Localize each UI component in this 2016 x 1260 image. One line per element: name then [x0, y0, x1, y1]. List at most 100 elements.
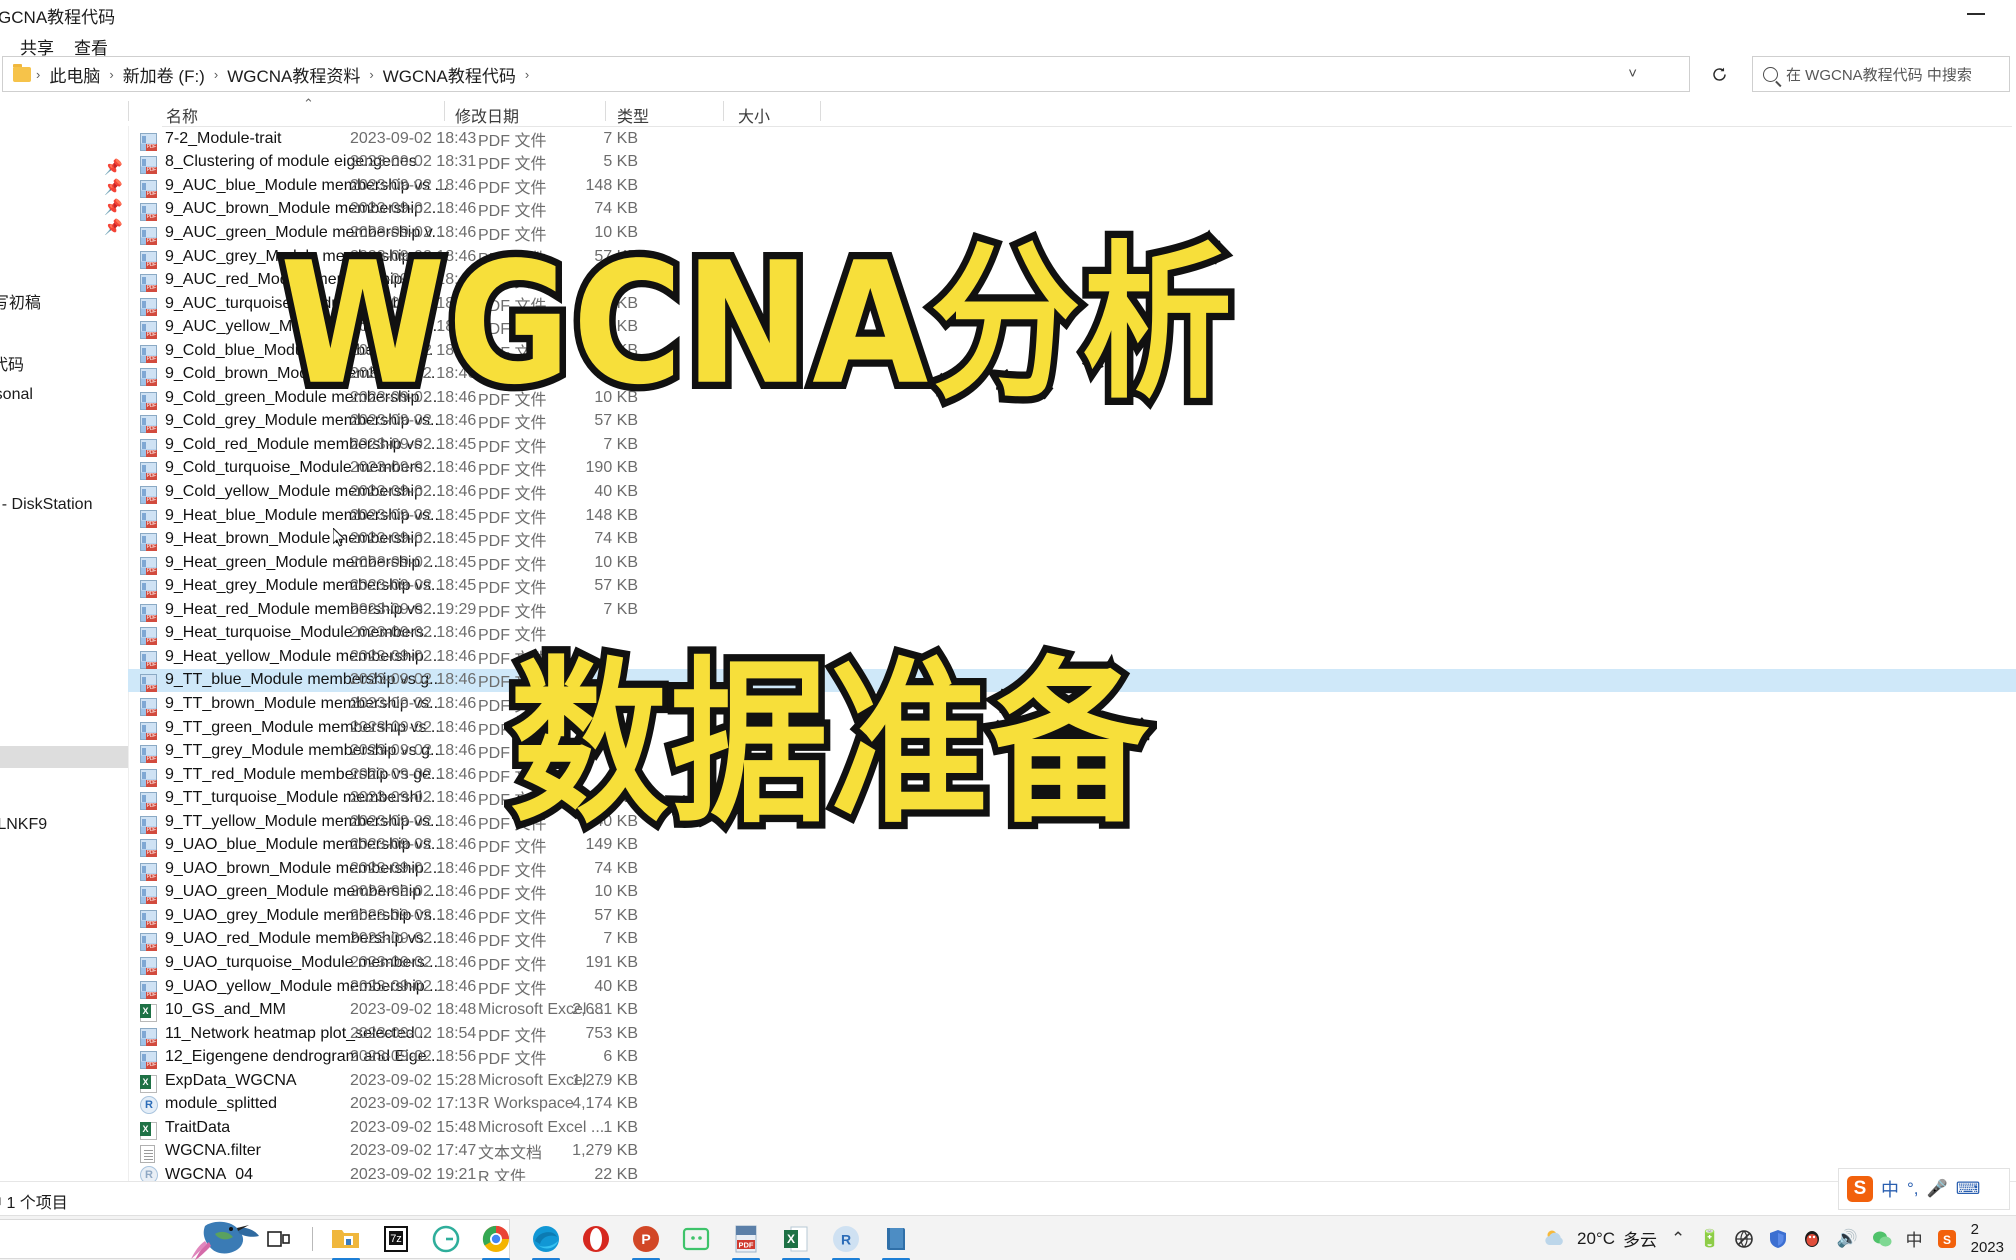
- input-method-icon[interactable]: 中: [1906, 1226, 1923, 1251]
- breadcrumb-item-1[interactable]: 新加卷 (F:): [117, 62, 211, 87]
- nav-item[interactable]: es撰写初稿: [0, 290, 128, 312]
- file-row[interactable]: TraitData2023-09-02 15:48Microsoft Excel…: [128, 1116, 2016, 1140]
- file-row[interactable]: 9_UAO_brown_Module membership ...2023-09…: [128, 857, 2016, 881]
- navigation-pane[interactable]: 📌nts📌📌📌es撰写初稿_01_04教程代码- Personal文章论文Dri…: [0, 126, 128, 1181]
- file-row[interactable]: 9_Heat_blue_Module membership vs...2023-…: [128, 504, 2016, 528]
- file-row[interactable]: ExpData_WGCNA2023-09-02 15:28Microsoft E…: [128, 1069, 2016, 1093]
- breadcrumb-item-2[interactable]: WGCNA教程资料: [221, 62, 366, 87]
- edge-icon[interactable]: [529, 1222, 563, 1260]
- file-row[interactable]: 9_UAO_red_Module membership vs ...2023-0…: [128, 928, 2016, 952]
- pdf-reader-icon[interactable]: PDF: [729, 1222, 763, 1260]
- refresh-icon: [1712, 67, 1726, 81]
- window-title: WGCNA教程代码: [0, 8, 116, 27]
- overlay-title-line1: WGCNA分析: [273, 220, 1238, 429]
- grammarly-icon[interactable]: [429, 1222, 463, 1256]
- file-row[interactable]: 10_GS_and_MM2023-09-02 18:48Microsoft Ex…: [128, 998, 2016, 1023]
- nav-item[interactable]: :): [0, 746, 128, 768]
- taskbar-clock[interactable]: 2 2023: [1971, 1221, 2004, 1256]
- file-row[interactable]: 12_Eigengene dendrogram and Eige...2023-…: [128, 1045, 2016, 1070]
- file-row[interactable]: WGCNA.filter 2023-09-02 17:47 文本文档 1,279 KB: [128, 1140, 2016, 1164]
- refresh-button[interactable]: [1700, 56, 1738, 92]
- rstudio-icon[interactable]: R: [829, 1222, 863, 1260]
- nav-item[interactable]: Drive - DiskStation: [0, 494, 128, 516]
- column-header-type[interactable]: 类型: [617, 103, 649, 127]
- wechat-icon[interactable]: [1872, 1230, 1892, 1248]
- chrome-icon[interactable]: [479, 1222, 513, 1260]
- volume-icon[interactable]: 🔊: [1836, 1229, 1857, 1249]
- file-row[interactable]: 9_UAO_yellow_Module membership ...2023-0…: [128, 975, 2016, 999]
- nav-item[interactable]: 📌: [0, 194, 128, 216]
- show-hidden-icons-chevron-icon[interactable]: ⌃: [1671, 1229, 1685, 1249]
- endnote-icon[interactable]: [879, 1222, 913, 1260]
- pdf-reader-glyph: PDF: [735, 1225, 757, 1252]
- pin-icon: 📌: [104, 199, 123, 216]
- nav-item[interactable]: 📌: [0, 174, 128, 196]
- weather-widget[interactable]: 20°C 多云: [1543, 1226, 1657, 1251]
- pdf-file-icon: [140, 909, 157, 928]
- nav-item[interactable]: 📌: [0, 214, 128, 236]
- file-row[interactable]: 9_Heat_brown_Module membership ...2023-0…: [128, 527, 2016, 552]
- nav-item[interactable]: 教程代码: [0, 352, 128, 374]
- file-row[interactable]: 9_Cold_turquoise_Module members...2023-0…: [128, 457, 2016, 481]
- powerpoint-icon[interactable]: P: [629, 1222, 663, 1260]
- minimize-button[interactable]: [1946, 0, 2006, 28]
- file-row[interactable]: 11_Network heatmap plot_selected ...2023…: [128, 1022, 2016, 1046]
- nav-item[interactable]: 📌nts: [0, 154, 128, 176]
- file-date-modified: 2023-09-02 18:45: [350, 506, 477, 524]
- file-row[interactable]: 9_UAO_turquoise_Module members...2023-09…: [128, 951, 2016, 975]
- file-row[interactable]: 9_UAO_grey_Module membership vs...2023-0…: [128, 904, 2016, 928]
- ime-mode-toggle[interactable]: 中: [1881, 1176, 1899, 1202]
- opera-icon[interactable]: [579, 1222, 613, 1256]
- ime-punctuation-toggle[interactable]: °,: [1907, 1179, 1919, 1199]
- sogou-ime-icon[interactable]: S: [1847, 1176, 1873, 1202]
- column-header-name[interactable]: 名称: [166, 103, 198, 127]
- keyboard-icon[interactable]: ⌨: [1956, 1179, 1981, 1199]
- file-row[interactable]: 8_Clustering of module eigengenes2023-09…: [128, 151, 2016, 175]
- network-disconnected-icon[interactable]: [1734, 1229, 1754, 1249]
- 7zip-icon[interactable]: 7z: [379, 1222, 413, 1256]
- nav-item[interactable]: (C:): [0, 685, 128, 707]
- nav-item[interactable]: 文章: [0, 405, 128, 427]
- file-date-modified: 2023-09-02 18:46: [350, 647, 477, 665]
- nav-item[interactable]: P-8OLNKF9: [0, 814, 128, 836]
- file-explorer-icon[interactable]: [329, 1222, 363, 1260]
- pdf-file-icon: [140, 886, 157, 905]
- chevron-down-icon[interactable]: ˅: [1628, 65, 1637, 82]
- nav-item[interactable]: _01: [0, 310, 128, 332]
- file-row[interactable]: 9_Heat_green_Module membership ...2023-0…: [128, 551, 2016, 575]
- breadcrumb-item-0[interactable]: 此电脑: [43, 62, 106, 87]
- microphone-icon[interactable]: 🎤: [1927, 1179, 1948, 1199]
- wechat-devtools-icon[interactable]: [679, 1222, 713, 1256]
- ime-toolbar[interactable]: S 中 °, 🎤 ⌨: [1838, 1168, 2010, 1210]
- file-row[interactable]: 9_UAO_green_Module membership ...2023-09…: [128, 881, 2016, 905]
- task-view-icon[interactable]: [262, 1222, 296, 1256]
- nav-item[interactable]: S (Z:): [0, 767, 128, 789]
- breadcrumb-item-3[interactable]: WGCNA教程代码: [377, 62, 522, 87]
- address-bar[interactable]: › 此电脑 › 新加卷 (F:) › WGCNA教程资料 › WGCNA教程代码…: [2, 56, 1690, 92]
- nav-item[interactable]: 论文: [0, 426, 128, 448]
- file-row[interactable]: 9_Heat_grey_Module membership vs...2023-…: [128, 574, 2016, 599]
- file-date-modified: 2023-09-02 18:46: [350, 694, 477, 712]
- qq-icon[interactable]: [1802, 1229, 1822, 1249]
- file-date-modified: 2023-09-02 18:45: [350, 435, 477, 453]
- file-row[interactable]: 9_Cold_red_Module membership vs ...2023-…: [128, 433, 2016, 457]
- nav-item[interactable]: nts: [0, 562, 128, 584]
- file-size: 57 KB: [594, 577, 638, 595]
- column-header-size[interactable]: 大小: [738, 103, 770, 127]
- excel-icon[interactable]: X: [779, 1222, 813, 1260]
- clock-time: 2: [1970, 1221, 1979, 1239]
- nav-item[interactable]: _04: [0, 331, 128, 353]
- usb-device-icon[interactable]: 🔋: [1699, 1229, 1720, 1249]
- file-row[interactable]: Rmodule_splitted 2023-09-02 17:13 R Worksp…: [128, 1093, 2016, 1117]
- taskbar: 索: [0, 1215, 2016, 1260]
- column-header-date[interactable]: 修改日期: [455, 103, 519, 127]
- search-box[interactable]: 在 WGCNA教程代码 中搜索: [1752, 56, 2010, 92]
- pdf-file-icon: [140, 815, 157, 834]
- column-divider: [605, 101, 606, 121]
- security-shield-icon[interactable]: [1768, 1229, 1788, 1249]
- nav-item[interactable]: - Personal: [0, 384, 128, 406]
- excel-file-icon: [140, 1121, 157, 1140]
- file-row[interactable]: 7-2_Module-trait2023-09-02 18:43PDF 文件7 …: [128, 127, 2016, 151]
- file-row[interactable]: 9_Cold_yellow_Module membership ...2023-…: [128, 480, 2016, 504]
- sogou-icon[interactable]: S: [1937, 1229, 1957, 1249]
